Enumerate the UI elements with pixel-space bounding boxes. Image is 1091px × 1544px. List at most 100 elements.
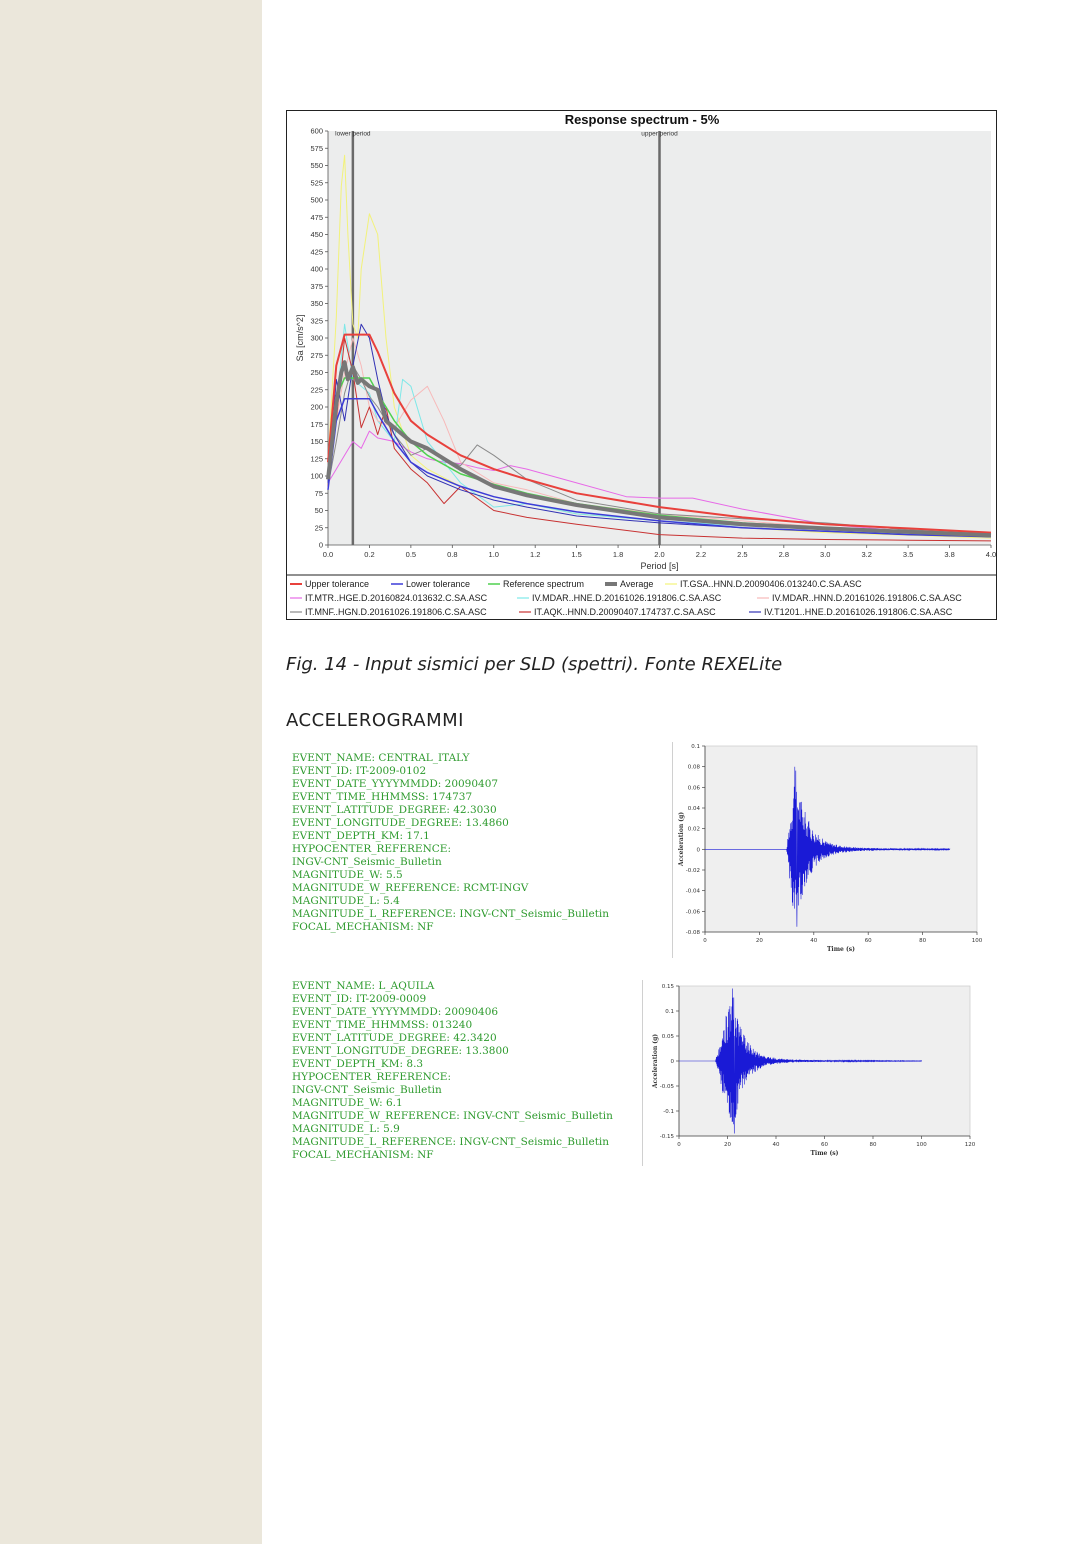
x-tick-label: 40	[773, 1142, 780, 1148]
x-tick-label: 0	[703, 938, 707, 944]
legend-label: IT.MTR..HGE.D.20160824.013632.C.SA.ASC	[305, 593, 488, 603]
y-tick-label: 250	[310, 368, 323, 377]
chart-title: Response spectrum - 5%	[565, 112, 720, 127]
y-tick-label: 275	[310, 351, 323, 360]
event-line: MAGNITUDE_L: 5.9	[292, 1123, 400, 1135]
event-line: EVENT_DEPTH_KM: 8.3	[292, 1058, 424, 1070]
y-tick-label: 125	[310, 454, 323, 463]
y-tick-label: 0	[671, 1059, 675, 1065]
x-tick-label: 0.8	[447, 550, 457, 559]
legend-label: IT.AQK..HNN.D.20090407.174737.C.SA.ASC	[534, 607, 716, 617]
y-tick-label: 150	[310, 437, 323, 446]
y-tick-label: 500	[310, 196, 323, 205]
y-tick-label: 300	[310, 334, 323, 343]
event-line: EVENT_LONGITUDE_DEGREE: 13.4860	[292, 817, 509, 829]
x-tick-label: 0.5	[406, 550, 416, 559]
x-tick-label: 3.2	[861, 550, 871, 559]
y-tick-label: 200	[310, 403, 323, 412]
y-tick-label: -0.06	[686, 909, 701, 915]
y-tick-label: -0.1	[663, 1109, 674, 1115]
y-tick-label: 0	[697, 847, 701, 853]
event-line: INGV-CNT_Seismic_Bulletin	[292, 1084, 442, 1096]
y-tick-label: -0.05	[660, 1084, 675, 1090]
y-tick-label: 600	[310, 127, 323, 136]
y-tick-label: 100	[310, 472, 323, 481]
event-line: FOCAL_MECHANISM: NF	[292, 921, 434, 933]
y-tick-label: 0.1	[691, 744, 700, 750]
y-tick-label: 0	[319, 541, 323, 550]
y-tick-label: 75	[315, 489, 323, 498]
y-tick-label: -0.08	[686, 930, 701, 936]
event-line: FOCAL_MECHANISM: NF	[292, 1149, 434, 1161]
x-tick-label: 0	[677, 1142, 681, 1148]
x-tick-label: 2.8	[779, 550, 789, 559]
response-spectrum-svg: Response spectrum - 5% 0 25 50 75 100 125 150 17…	[287, 112, 996, 617]
y-tick-label: 0.15	[662, 984, 675, 990]
accelerogram-l-aquila: 0.15 0.1 0.05 0 -0.05 -0.1 -0.15 0 20 40 60 80 100 12…	[642, 978, 978, 1168]
y-axis-label: Acceleration (g)	[652, 1034, 659, 1089]
y-tick-label: 0.1	[665, 1009, 674, 1015]
event-line: MAGNITUDE_W: 5.5	[292, 869, 403, 881]
y-tick-label: 525	[310, 178, 323, 187]
event-line: EVENT_DATE_YYYYMMDD: 20090407	[292, 778, 499, 790]
side-band	[0, 0, 262, 1544]
legend-label: Reference spectrum	[503, 579, 584, 589]
period-marker-label: upper period	[641, 131, 678, 138]
x-tick-label: 20	[724, 1142, 731, 1148]
x-tick-label: 0.0	[323, 550, 333, 559]
event-info-l-aquila: EVENT_NAME: L_AQUILA EVENT_ID: IT-2009-00…	[292, 980, 613, 1162]
section-heading: ACCELEROGRAMMI	[286, 710, 464, 731]
x-tick-label: 40	[810, 938, 817, 944]
x-tick-label: 120	[965, 1142, 976, 1148]
event-line: INGV-CNT_Seismic_Bulletin	[292, 856, 442, 868]
x-tick-label: 80	[919, 938, 926, 944]
period-marker-label: lower period	[335, 131, 371, 138]
y-tick-label: 400	[310, 265, 323, 274]
y-tick-label: 0.05	[662, 1034, 675, 1040]
y-tick-label: 50	[315, 506, 323, 515]
event-line: EVENT_TIME_HHMMSS: 013240	[292, 1019, 473, 1031]
y-axis-label: Sa [cm/s^2]	[295, 315, 305, 362]
x-tick-label: 1.8	[613, 550, 623, 559]
y-tick-label: 225	[310, 385, 323, 394]
event-line: EVENT_LATITUDE_DEGREE: 42.3420	[292, 1032, 497, 1044]
y-tick-label: -0.02	[686, 868, 700, 874]
y-tick-label: 0.06	[688, 785, 701, 791]
x-tick-label: 1.0	[489, 550, 499, 559]
y-tick-label: 475	[310, 213, 323, 222]
event-line: EVENT_ID: IT-2009-0009	[292, 993, 427, 1005]
event-line: MAGNITUDE_W: 6.1	[292, 1097, 403, 1109]
x-tick-label: 2.2	[696, 550, 706, 559]
x-tick-label: 60	[865, 938, 872, 944]
y-tick-label: 0.02	[688, 827, 700, 833]
event-info-central-italy: EVENT_NAME: CENTRAL_ITALY EVENT_ID: IT-20…	[292, 752, 609, 934]
x-tick-label: 80	[870, 1142, 877, 1148]
y-tick-label: 450	[310, 230, 323, 239]
y-tick-label: 0.08	[688, 765, 701, 771]
y-tick-label: 325	[310, 316, 323, 325]
event-line: EVENT_DEPTH_KM: 17.1	[292, 830, 430, 842]
x-axis-label: Time (s)	[827, 946, 855, 953]
legend-label: Lower tolerance	[406, 579, 470, 589]
x-tick-label: 3.0	[820, 550, 830, 559]
figure-caption: Fig. 14 - Input sismici per SLD (spettri…	[286, 654, 783, 675]
x-tick-label: 2.0	[654, 550, 664, 559]
x-tick-label: 1.2	[530, 550, 540, 559]
event-line: MAGNITUDE_W_REFERENCE: INGV-CNT_Seismic_…	[292, 1110, 613, 1122]
x-axis-label: Period [s]	[640, 561, 678, 571]
event-line: EVENT_DATE_YYYYMMDD: 20090406	[292, 1006, 499, 1018]
event-line: MAGNITUDE_L_REFERENCE: INGV-CNT_Seismic_…	[292, 1136, 610, 1148]
divider	[672, 742, 673, 958]
event-line: EVENT_ID: IT-2009-0102	[292, 765, 427, 777]
y-tick-label: -0.15	[660, 1134, 675, 1140]
accelerogram-l-aquila-svg: 0.150.10.050-0.05-0.1-0.150 20 40 60 80 100 12…	[652, 984, 976, 1157]
event-line: EVENT_TIME_HHMMSS: 174737	[292, 791, 473, 803]
x-tick-label: 3.8	[944, 550, 954, 559]
y-tick-label: 0.04	[688, 806, 701, 812]
legend-label: IV.MDAR..HNE.D.20161026.191806.C.SA.ASC	[532, 593, 722, 603]
event-line: MAGNITUDE_W_REFERENCE: RCMT-INGV	[292, 882, 529, 894]
legend-label: IT.GSA..HNN.D.20090406.013240.C.SA.ASC	[680, 579, 862, 589]
x-tick-label: 100	[972, 938, 983, 944]
event-line: EVENT_LONGITUDE_DEGREE: 13.3800	[292, 1045, 509, 1057]
event-line: MAGNITUDE_L_REFERENCE: INGV-CNT_Seismic_…	[292, 908, 610, 920]
